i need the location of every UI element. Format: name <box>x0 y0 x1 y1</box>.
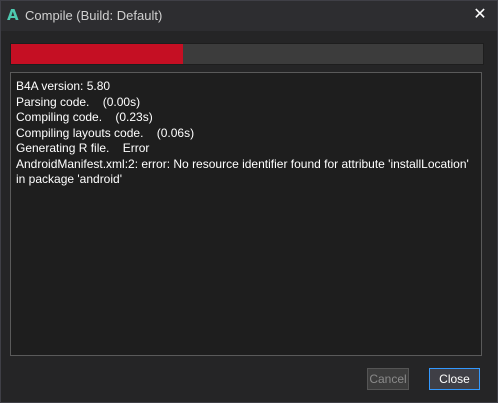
progress-fill <box>11 44 184 64</box>
log-line: in package 'android' <box>16 172 122 186</box>
log-line: AndroidManifest.xml:2: error: No resourc… <box>16 156 469 171</box>
compile-log[interactable]: B4A version: 5.80 Parsing code. (0.00s) Co… <box>10 72 482 356</box>
log-line: Compiling code. (0.23s) <box>16 110 153 124</box>
compile-dialog: A Compile (Build: Default) ✕ B4A version… <box>0 0 498 403</box>
log-line: Parsing code. (0.00s) <box>16 94 141 109</box>
cancel-button[interactable]: Cancel <box>367 368 409 390</box>
b4a-app-icon: A <box>7 6 19 24</box>
log-line: Compiling layouts code. (0.06s) <box>16 125 195 140</box>
close-icon[interactable]: ✕ <box>472 4 488 24</box>
log-line: Generating R file. Error <box>16 141 150 155</box>
close-button[interactable]: Close <box>429 368 480 390</box>
title-bar[interactable]: A Compile (Build: Default) ✕ <box>1 1 497 31</box>
compile-progress-bar <box>10 43 484 65</box>
window-title: Compile (Build: Default) <box>25 8 163 23</box>
log-line: B4A version: 5.80 <box>16 79 111 93</box>
